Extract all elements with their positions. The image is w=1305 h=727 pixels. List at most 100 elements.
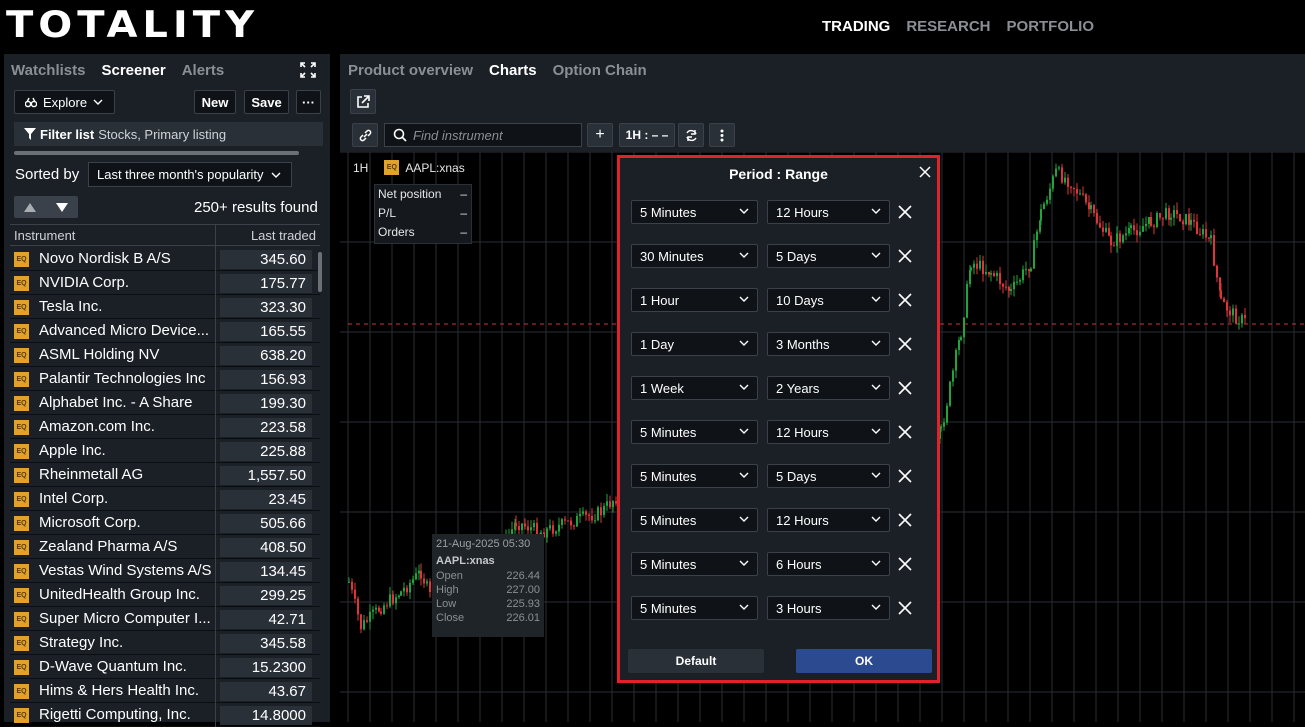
range-select[interactable]: 5 Days <box>767 244 890 268</box>
table-row[interactable]: EQ Super Micro Computer I... 42.71 <box>10 607 320 631</box>
tab-product-overview[interactable]: Product overview <box>348 62 473 79</box>
symbol-label[interactable]: AAPL:xnas <box>405 161 464 175</box>
more-options-button[interactable] <box>709 123 735 147</box>
sort-direction-toggle[interactable] <box>14 196 78 218</box>
tab-watchlists[interactable]: Watchlists <box>11 62 85 79</box>
table-row[interactable]: EQ Advanced Micro Device... 165.55 <box>10 319 320 343</box>
candle-body <box>990 273 992 275</box>
candle-body <box>1176 210 1178 214</box>
table-row[interactable]: EQ Vestas Wind Systems A/S 134.45 <box>10 559 320 583</box>
table-row[interactable]: EQ Palantir Technologies Inc 156.93 <box>10 367 320 391</box>
popout-button[interactable] <box>350 89 376 114</box>
range-select[interactable]: 2 Years <box>767 376 890 400</box>
table-row[interactable]: EQ Amazon.com Inc. 223.58 <box>10 415 320 439</box>
table-row[interactable]: EQ D-Wave Quantum Inc. 15.2300 <box>10 655 320 679</box>
remove-row-icon[interactable] <box>898 469 912 483</box>
expand-icon[interactable] <box>300 62 316 78</box>
col-divider <box>215 271 216 295</box>
table-row[interactable]: EQ Rigetti Computing, Inc. 14.8000 <box>10 703 320 727</box>
period-select[interactable]: 5 Minutes <box>631 552 758 576</box>
save-button[interactable]: Save <box>244 90 289 114</box>
range-select[interactable]: 12 Hours <box>767 420 890 444</box>
remove-row-icon[interactable] <box>898 381 912 395</box>
new-button[interactable]: New <box>194 90 236 114</box>
brand-logo[interactable]: TOTALITY <box>6 4 259 46</box>
remove-row-icon[interactable] <box>898 601 912 615</box>
position-value: – <box>460 225 467 239</box>
vertical-scrollbar[interactable] <box>318 252 322 292</box>
filter-list-bar[interactable]: Filter list Stocks, Primary listing <box>14 122 323 146</box>
period-button[interactable]: 1H : – – <box>619 123 675 147</box>
remove-row-icon[interactable] <box>898 557 912 571</box>
period-select[interactable]: 5 Minutes <box>631 420 758 444</box>
sort-up-icon[interactable] <box>24 202 36 212</box>
period-select[interactable]: 5 Minutes <box>631 596 758 620</box>
sort-down-icon[interactable] <box>56 202 68 212</box>
chevron-down-icon <box>739 252 749 258</box>
range-select[interactable]: 12 Hours <box>767 508 890 532</box>
candle-body <box>348 581 350 583</box>
default-button[interactable]: Default <box>628 649 764 673</box>
table-row[interactable]: EQ Rheinmetall AG 1,557.50 <box>10 463 320 487</box>
table-row[interactable]: EQ Hims & Hers Health Inc. 43.67 <box>10 679 320 703</box>
period-select[interactable]: 1 Week <box>631 376 758 400</box>
col-last-traded[interactable]: Last traded <box>251 228 316 243</box>
tab-screener[interactable]: Screener <box>101 62 165 79</box>
nav-portfolio[interactable]: PORTFOLIO <box>1007 18 1095 35</box>
table-row[interactable]: EQ Intel Corp. 23.45 <box>10 487 320 511</box>
period-select[interactable]: 1 Day <box>631 332 758 356</box>
ok-button[interactable]: OK <box>796 649 932 673</box>
eq-badge: EQ <box>14 300 29 315</box>
range-select[interactable]: 3 Months <box>767 332 890 356</box>
find-instrument-input[interactable]: Find instrument <box>384 123 582 147</box>
more-button[interactable]: ··· <box>296 90 321 114</box>
close-icon[interactable] <box>918 165 932 179</box>
remove-row-icon[interactable] <box>898 513 912 527</box>
table-row[interactable]: EQ NVIDIA Corp. 175.77 <box>10 271 320 295</box>
table-row[interactable]: EQ Strategy Inc. 345.58 <box>10 631 320 655</box>
period-value: 1 Week <box>640 380 684 396</box>
period-select[interactable]: 1 Hour <box>631 288 758 312</box>
col-instrument[interactable]: Instrument <box>14 228 75 243</box>
explore-dropdown[interactable]: Explore <box>14 90 115 114</box>
period-select[interactable]: 5 Minutes <box>631 200 758 224</box>
horizontal-scrollbar[interactable] <box>14 151 299 155</box>
link-button[interactable] <box>352 123 378 147</box>
table-row[interactable]: EQ Apple Inc. 225.88 <box>10 439 320 463</box>
range-select[interactable]: 12 Hours <box>767 200 890 224</box>
table-row[interactable]: EQ Tesla Inc. 323.30 <box>10 295 320 319</box>
table-row[interactable]: EQ Microsoft Corp. 505.66 <box>10 511 320 535</box>
chart-toolbar-top <box>340 86 1305 118</box>
period-select[interactable]: 5 Minutes <box>631 508 758 532</box>
period-select[interactable]: 30 Minutes <box>631 244 758 268</box>
table-row[interactable]: EQ Alphabet Inc. - A Share 199.30 <box>10 391 320 415</box>
remove-row-icon[interactable] <box>898 249 912 263</box>
period-select[interactable]: 5 Minutes <box>631 464 758 488</box>
interval-label: 1H <box>353 160 369 175</box>
tooltip-key: Low <box>436 598 457 610</box>
candle-body <box>1238 323 1240 325</box>
nav-research[interactable]: RESEARCH <box>906 18 990 35</box>
range-select[interactable]: 10 Days <box>767 288 890 312</box>
table-row[interactable]: EQ Zealand Pharma A/S 408.50 <box>10 535 320 559</box>
table-row[interactable]: EQ UnitedHealth Group Inc. 299.25 <box>10 583 320 607</box>
table-row[interactable]: EQ Novo Nordisk B A/S 345.60 <box>10 247 320 271</box>
candle-body <box>1073 187 1075 189</box>
range-select[interactable]: 6 Hours <box>767 552 890 576</box>
instrument-name: Tesla Inc. <box>39 298 103 315</box>
add-button[interactable]: + <box>587 123 613 147</box>
remove-row-icon[interactable] <box>898 425 912 439</box>
sort-select[interactable]: Last three month's popularity <box>88 162 292 187</box>
remove-row-icon[interactable] <box>898 293 912 307</box>
nav-trading[interactable]: TRADING <box>822 18 890 35</box>
tab-alerts[interactable]: Alerts <box>182 62 225 79</box>
tab-charts[interactable]: Charts <box>489 62 537 79</box>
remove-row-icon[interactable] <box>898 205 912 219</box>
range-select[interactable]: 3 Hours <box>767 596 890 620</box>
table-row[interactable]: EQ ASML Holding NV 638.20 <box>10 343 320 367</box>
tab-option-chain[interactable]: Option Chain <box>553 62 647 79</box>
remove-row-icon[interactable] <box>898 337 912 351</box>
range-select[interactable]: 5 Days <box>767 464 890 488</box>
refresh-button[interactable] <box>678 123 704 147</box>
search-icon <box>393 128 407 142</box>
